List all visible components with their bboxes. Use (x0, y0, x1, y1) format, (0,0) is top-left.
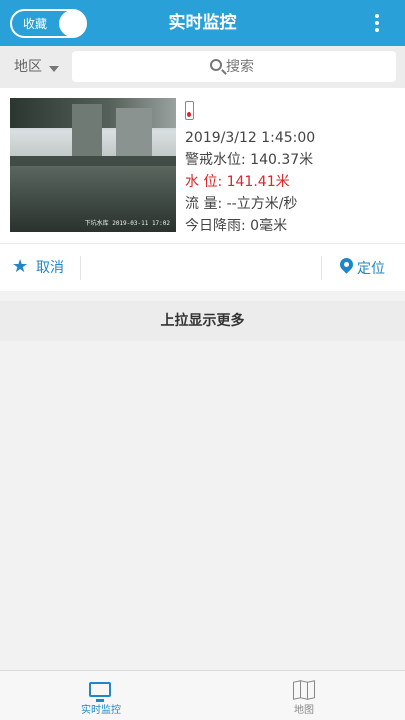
search-icon (210, 59, 222, 71)
divider (80, 256, 81, 280)
app-header: 收藏 实时监控 (0, 0, 405, 46)
monitor-icon (89, 682, 111, 702)
search-input[interactable] (226, 58, 326, 76)
water-gauge-icon (185, 101, 194, 120)
tab-map[interactable]: 地图 (203, 671, 405, 720)
camera-snapshot[interactable]: 下坑水库 2019-03-11 17:02 (10, 98, 176, 232)
tab-label: 实时监控 (81, 705, 121, 716)
filter-bar: 地区 (0, 46, 405, 88)
warning-level: 警戒水位: 140.37米 (185, 152, 314, 168)
star-icon: ★ (12, 256, 29, 277)
bottom-tab-bar: 实时监控 地图 (0, 670, 405, 720)
locate-label: 定位 (357, 261, 385, 277)
update-time: 2019/3/12 1:45:00 (185, 130, 316, 146)
unfavorite-label: 取消 (36, 260, 64, 276)
load-more-hint[interactable]: 上拉显示更多 (0, 301, 405, 341)
page-title: 实时监控 (168, 13, 237, 33)
snapshot-watermark-name: 下坑水库 (84, 220, 109, 227)
snapshot-timestamp: 2019-03-11 17:02 (112, 220, 170, 227)
map-icon (293, 680, 315, 700)
search-box[interactable] (72, 51, 396, 82)
more-menu-icon[interactable] (373, 14, 381, 34)
region-dropdown[interactable]: 地区 (14, 58, 42, 76)
station-name (200, 99, 310, 121)
tab-realtime-monitor[interactable]: 实时监控 (0, 671, 202, 720)
snapshot-watermark: 下坑水库 2019-03-11 17:02 (85, 218, 170, 227)
divider (321, 256, 322, 280)
location-pin-icon (337, 255, 356, 274)
caret-down-icon[interactable] (49, 66, 59, 72)
water-level: 水 位: 141.41米 (185, 174, 290, 190)
rainfall-today: 今日降雨: 0毫米 (185, 218, 288, 234)
card-actions: ★ 取消 定位 (0, 243, 405, 291)
tab-label: 地图 (294, 705, 314, 716)
station-address (118, 259, 284, 277)
flow-rate: 流 量: --立方米/秒 (185, 196, 298, 212)
